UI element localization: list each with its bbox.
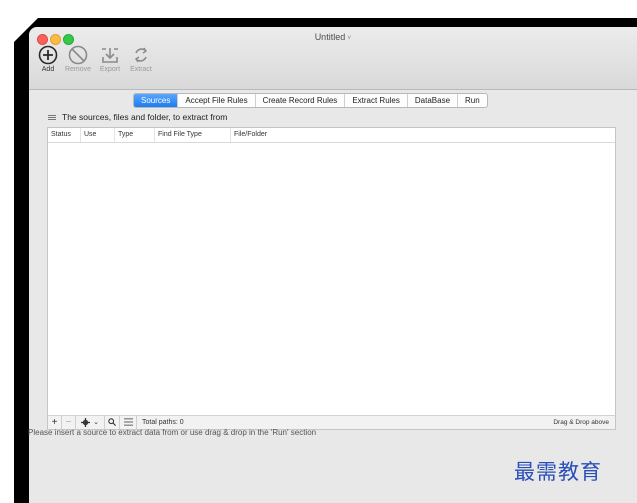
chevron-down-icon: ⌄: [93, 419, 99, 426]
refresh-arrows-icon: [135, 47, 147, 63]
sources-header-text: The sources, files and folder, to extrac…: [62, 112, 228, 122]
title-bar: Untitled ˅ Add Remove Export Extract: [29, 27, 637, 90]
column-use[interactable]: Use: [80, 128, 114, 142]
chevron-down-icon: ˅: [347, 35, 352, 42]
column-find-file-type[interactable]: Find File Type: [154, 128, 230, 142]
add-label: Add: [41, 66, 55, 73]
export-button[interactable]: Export: [93, 45, 127, 73]
export-label: Export: [99, 66, 121, 73]
table-header: Status Use Type Find File Type File/Fold…: [48, 128, 615, 143]
search-icon: [108, 418, 116, 427]
column-file-folder[interactable]: File/Folder: [230, 128, 615, 142]
prohibited-icon: [68, 45, 88, 65]
column-type[interactable]: Type: [114, 128, 154, 142]
sources-section-header: The sources, files and folder, to extrac…: [48, 112, 227, 122]
plus-circle-icon: [38, 45, 58, 65]
export-tray-icon: [102, 48, 118, 63]
drag-drop-hint: Drag & Drop above: [553, 419, 609, 426]
extract-button[interactable]: Extract: [124, 45, 158, 73]
watermark-logo: 最需教育: [514, 460, 602, 484]
list-lines-icon: [48, 114, 56, 121]
remove-label: Remove: [64, 66, 92, 73]
status-hint: Please insert a source to extract data f…: [28, 428, 317, 437]
gear-icon: [81, 417, 91, 427]
tab-sources[interactable]: Sources: [134, 94, 178, 107]
column-status[interactable]: Status: [48, 128, 80, 142]
tab-accept-file-rules[interactable]: Accept File Rules: [177, 94, 254, 107]
tab-bar: Sources Accept File Rules Create Record …: [133, 93, 488, 108]
remove-button[interactable]: Remove: [61, 45, 95, 73]
sources-table[interactable]: Status Use Type Find File Type File/Fold…: [47, 127, 616, 417]
list-lines-icon: [123, 418, 133, 426]
window-title[interactable]: Untitled ˅: [29, 32, 637, 42]
add-button[interactable]: Add: [31, 45, 65, 73]
tab-run[interactable]: Run: [457, 94, 487, 107]
window-title-text: Untitled: [314, 32, 346, 42]
tab-extract-rules[interactable]: Extract Rules: [344, 94, 407, 107]
tab-database[interactable]: DataBase: [406, 94, 457, 107]
main-content: Sources Accept File Rules Create Record …: [29, 90, 637, 503]
extract-label: Extract: [130, 66, 152, 73]
tab-create-record-rules[interactable]: Create Record Rules: [254, 94, 345, 107]
